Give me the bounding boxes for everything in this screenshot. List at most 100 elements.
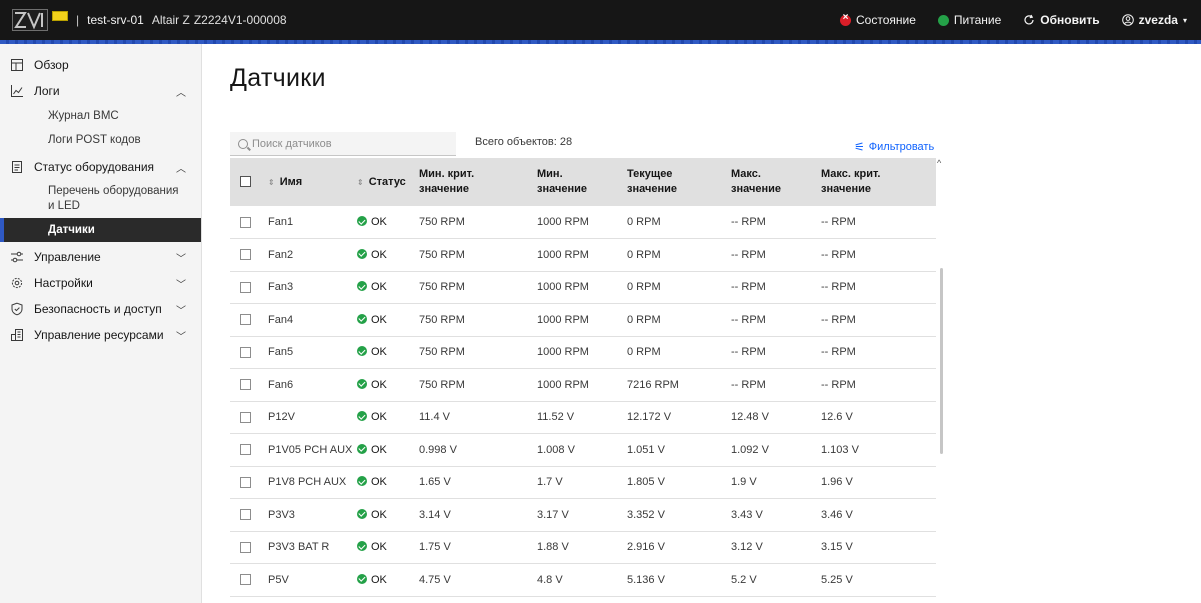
row-select-cell: [230, 466, 268, 499]
filter-button[interactable]: ⚟ Фильтровать: [854, 140, 934, 154]
status-text: OK: [371, 443, 387, 456]
chart-line-icon: [11, 85, 23, 97]
min-crit-value: 750 RPM: [419, 248, 465, 261]
row-select-cell: [230, 271, 268, 304]
top-header: | test-srv-01 Altair Z Z2224V1-000008 Со…: [0, 0, 1201, 40]
status-cell: OK: [357, 531, 419, 564]
current-value: 0 RPM: [627, 281, 661, 294]
column-label: Текущее значение: [627, 168, 677, 195]
sidebar-item-resources[interactable]: Управление ресурсами ﹀: [0, 322, 201, 348]
sensor-name: P12V: [268, 411, 295, 424]
state-button[interactable]: Состояние: [840, 12, 916, 27]
table-row: P3V3 BAT R OK 1.75 V 1.88 V 2.916 V 3.12 V 3.1…: [230, 531, 936, 564]
chevron-down-icon: ﹀: [176, 331, 186, 343]
row-select-cell: [230, 401, 268, 434]
sensor-name: P1V8 PCH AUX: [268, 476, 347, 489]
column-header-max-crit: Макс. крит. значение: [821, 158, 936, 206]
max-value: 3.12 V: [731, 541, 763, 554]
status-text: OK: [371, 346, 387, 359]
row-checkbox[interactable]: [240, 574, 251, 586]
column-label: Мин. значение: [537, 168, 587, 195]
logo-flag-icon: [52, 11, 68, 21]
check-circle-icon: [357, 216, 367, 226]
max-crit-value: -- RPM: [821, 313, 856, 326]
status-text: OK: [371, 476, 387, 489]
zvezda-logo-icon: [12, 9, 48, 31]
row-checkbox[interactable]: [240, 509, 251, 521]
sidebar-item-logs[interactable]: Логи ︿: [0, 78, 201, 104]
sidebar-subitem-bmc-log[interactable]: Журнал BMC: [0, 104, 201, 128]
row-checkbox[interactable]: [240, 379, 251, 391]
row-checkbox[interactable]: [240, 444, 251, 456]
status-text: OK: [371, 248, 387, 261]
check-circle-icon: [357, 508, 367, 519]
scroll-up-arrow-icon[interactable]: ^: [937, 158, 941, 168]
search-icon: [238, 138, 248, 149]
sidebar-item-label: Статус оборудования: [34, 160, 155, 174]
sidebar-subitem-post-codes[interactable]: Логи POST кодов: [0, 128, 201, 152]
sidebar-subitem-sensors[interactable]: Датчики: [0, 218, 201, 242]
status-text: OK: [371, 281, 387, 294]
min-crit-value: 3.14 V: [419, 508, 451, 521]
row-select-cell: [230, 434, 268, 467]
min-crit-value: 750 RPM: [419, 281, 465, 294]
row-checkbox[interactable]: [240, 249, 251, 261]
sidebar-item-settings[interactable]: Настройки ﹀: [0, 270, 201, 296]
scrollbar-thumb[interactable]: [940, 268, 943, 454]
check-circle-icon: [357, 443, 367, 454]
table-scrollbar[interactable]: ^: [936, 158, 946, 603]
row-checkbox[interactable]: [240, 281, 251, 293]
max-value: -- RPM: [731, 378, 766, 391]
min-value: 1000 RPM: [537, 216, 589, 228]
current-value: 1.805 V: [627, 476, 665, 489]
min-value: 3.17 V: [537, 508, 569, 521]
row-checkbox[interactable]: [240, 411, 251, 423]
state-label: Состояние: [856, 13, 916, 27]
user-menu[interactable]: zvezda ▾: [1121, 13, 1187, 27]
row-checkbox[interactable]: [240, 346, 251, 358]
sidebar-item-label: Обзор: [34, 58, 69, 72]
search-input[interactable]: [252, 137, 432, 150]
column-header-name[interactable]: ⇕ Имя: [268, 158, 357, 206]
row-select-cell: [230, 531, 268, 564]
sensor-name: P1V05 PCH AUX: [268, 443, 353, 456]
power-button[interactable]: Питание: [937, 13, 1001, 27]
chevron-up-icon: ︿: [176, 163, 186, 175]
sliders-icon: [11, 251, 23, 263]
select-all-checkbox[interactable]: [240, 176, 251, 188]
row-checkbox[interactable]: [240, 314, 251, 326]
sidebar-subitem-inventory[interactable]: Перечень оборудования и LED: [0, 180, 201, 218]
row-select-cell: [230, 499, 268, 532]
row-checkbox[interactable]: [240, 541, 251, 553]
column-header-status[interactable]: ⇕ Статус: [357, 158, 419, 206]
clipboard-icon: [12, 161, 22, 173]
refresh-button[interactable]: Обновить: [1023, 13, 1100, 27]
min-value: 1000 RPM: [537, 346, 589, 359]
column-header-min: Мин. значение: [537, 158, 627, 206]
max-value: -- RPM: [731, 281, 766, 294]
server-model: Altair Z: [151, 13, 190, 27]
row-checkbox[interactable]: [240, 476, 251, 488]
table-row: Fan5 OK 750 RPM 1000 RPM 0 RPM -- RPM -- RPM: [230, 336, 936, 369]
column-label: Макс. значение: [731, 168, 781, 195]
sidebar-item-security[interactable]: Безопасность и доступ ﹀: [0, 296, 201, 322]
current-value: 0 RPM: [627, 346, 661, 359]
logo[interactable]: [12, 8, 68, 32]
refresh-icon: [1024, 14, 1034, 25]
filter-label: Фильтровать: [868, 141, 935, 153]
row-checkbox[interactable]: [240, 216, 251, 228]
min-value: 4.8 V: [537, 573, 563, 586]
sidebar-item-overview[interactable]: Обзор: [0, 52, 201, 78]
sidebar-item-hardware-status[interactable]: Статус оборудования ︿: [0, 154, 201, 180]
sidebar-item-control[interactable]: Управление ﹀: [0, 244, 201, 270]
sensor-name: Fan2: [268, 248, 294, 261]
current-value: 0 RPM: [627, 248, 661, 261]
current-value: 1.051 V: [627, 443, 665, 456]
max-value: -- RPM: [731, 216, 766, 228]
column-label: Мин. крит. значение: [419, 168, 475, 195]
min-crit-value: 4.75 V: [419, 573, 451, 586]
sidebar-item-label: Безопасность и доступ: [34, 302, 162, 316]
sensor-name: P3V3 BAT R: [268, 541, 330, 554]
sensor-name: Fan4: [268, 313, 294, 326]
table-row: Fan4 OK 750 RPM 1000 RPM 0 RPM -- RPM -- RPM: [230, 303, 936, 336]
